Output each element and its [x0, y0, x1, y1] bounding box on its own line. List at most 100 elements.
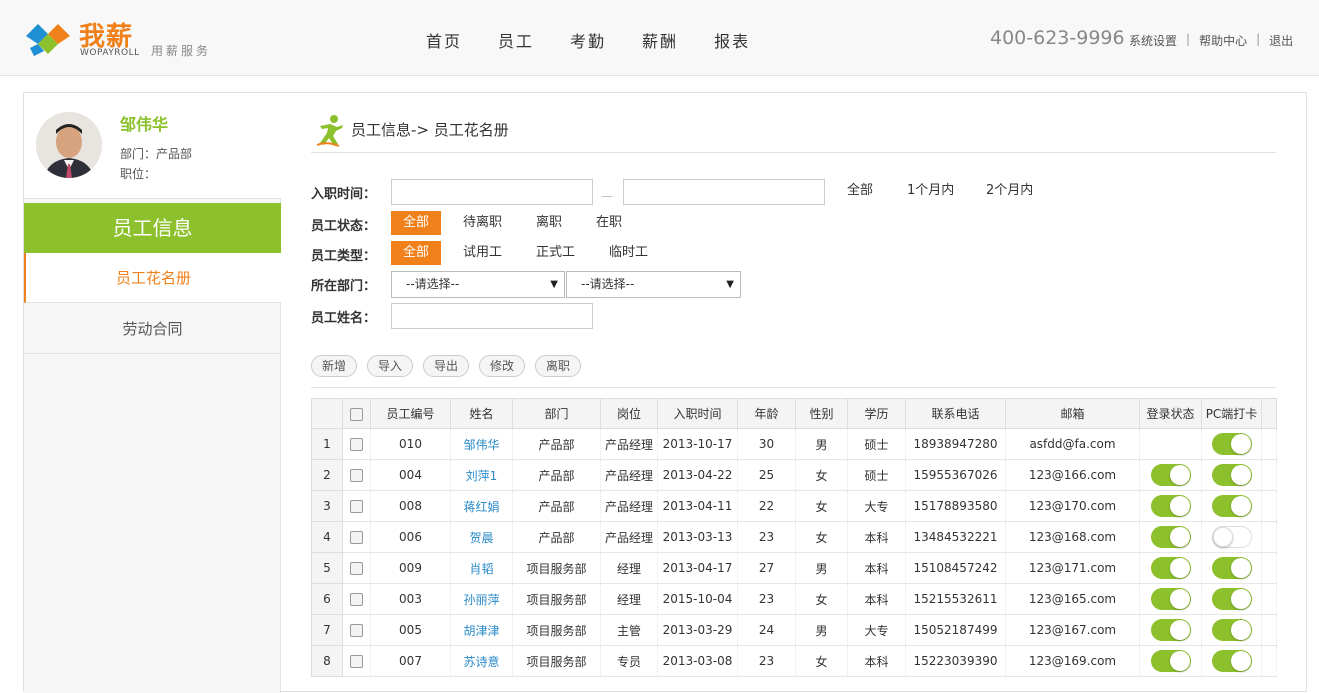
- education-cell: 本科: [847, 521, 906, 553]
- pc-clock-in-toggle[interactable]: [1211, 588, 1252, 610]
- login-status-toggle[interactable]: [1150, 619, 1191, 641]
- toggle-knob: [1230, 620, 1251, 640]
- row-checkbox[interactable]: [350, 500, 363, 513]
- resign-button[interactable]: 离职: [535, 355, 582, 377]
- table-row[interactable]: 3 008 蒋红娟 产品部 产品经理 2013-04-11 22 女大专 15178893580…: [311, 490, 1277, 522]
- hire-option-all[interactable]: 全部: [847, 179, 873, 203]
- row-checkbox[interactable]: [350, 593, 363, 606]
- column-header[interactable]: 岗位: [600, 398, 658, 429]
- login-status-toggle[interactable]: [1150, 526, 1191, 548]
- employee-name-link[interactable]: 邹伟华: [450, 428, 513, 460]
- avatar[interactable]: [36, 112, 102, 178]
- logout-link[interactable]: 退出: [1269, 32, 1293, 49]
- column-header[interactable]: 性别: [795, 398, 848, 429]
- export-button[interactable]: 导出: [423, 355, 470, 377]
- table-row[interactable]: 2 004 刘萍1 产品部 产品经理 2013-04-22 25 女硕士 15955367026…: [311, 459, 1277, 491]
- row-number: 5: [311, 552, 343, 584]
- employee-name-link[interactable]: 苏诗意: [450, 645, 513, 677]
- column-header[interactable]: 登录状态: [1139, 398, 1202, 429]
- sidebar-item-contract[interactable]: 劳动合同: [24, 304, 281, 354]
- table-row[interactable]: 6 003 孙丽萍 项目服务部 经理 2015-10-04 23 女本科 15215532611…: [311, 583, 1277, 615]
- column-header[interactable]: 年龄: [737, 398, 796, 429]
- pc-clock-in-toggle[interactable]: [1211, 433, 1252, 455]
- pc-clock-in-toggle[interactable]: [1211, 619, 1252, 641]
- status-option-left[interactable]: 离职: [536, 211, 562, 235]
- toggle-knob: [1230, 434, 1251, 454]
- employee-id-cell: 005: [370, 614, 451, 646]
- row-checkbox[interactable]: [350, 438, 363, 451]
- employee-name-link[interactable]: 蒋红娟: [450, 490, 513, 522]
- column-header[interactable]: 入职时间: [657, 398, 738, 429]
- hire-option-1month[interactable]: 1个月内: [907, 179, 954, 203]
- pc-clock-in-toggle[interactable]: [1211, 557, 1252, 579]
- row-select-cell: [342, 645, 371, 677]
- pc-clock-in-toggle[interactable]: [1211, 495, 1252, 517]
- employee-name-input[interactable]: [391, 303, 593, 329]
- status-option-all[interactable]: 全部: [391, 211, 441, 235]
- table-row[interactable]: 5 009 肖韬 项目服务部 经理 2013-04-17 27 男本科 15108457242 1…: [311, 552, 1277, 584]
- status-option-pending[interactable]: 待离职: [463, 211, 502, 235]
- nav-attendance[interactable]: 考勤: [570, 28, 606, 52]
- type-option-probation[interactable]: 试用工: [463, 241, 502, 265]
- pc-clock-in-toggle[interactable]: [1211, 650, 1252, 672]
- column-header[interactable]: 联系电话: [905, 398, 1006, 429]
- employee-id-cell: 009: [370, 552, 451, 584]
- employee-name-link[interactable]: 贺晨: [450, 521, 513, 553]
- add-button[interactable]: 新增: [311, 355, 358, 377]
- type-option-all[interactable]: 全部: [391, 241, 441, 265]
- nav-salary[interactable]: 薪酬: [642, 28, 678, 52]
- row-checkbox[interactable]: [350, 655, 363, 668]
- row-checkbox[interactable]: [350, 469, 363, 482]
- select-all-checkbox[interactable]: [350, 407, 363, 421]
- login-status-toggle[interactable]: [1150, 650, 1191, 672]
- login-status-toggle[interactable]: [1150, 588, 1191, 610]
- status-option-active[interactable]: 在职: [596, 211, 622, 235]
- login-status-toggle[interactable]: [1150, 495, 1191, 517]
- sidebar-item-roster[interactable]: 员工花名册: [24, 253, 281, 303]
- hire-date-start-input[interactable]: [391, 179, 593, 205]
- nav-home[interactable]: 首页: [426, 28, 462, 52]
- toggle-knob: [1230, 496, 1251, 516]
- employee-name-link[interactable]: 胡津津: [450, 614, 513, 646]
- table-row[interactable]: 7 005 胡津津 项目服务部 主管 2013-03-29 24 男大专 15052187499…: [311, 614, 1277, 646]
- login-status-toggle[interactable]: [1150, 557, 1191, 579]
- dept-select-secondary[interactable]: --请选择-- ▼: [566, 271, 741, 298]
- employee-name-link[interactable]: 刘萍1: [450, 459, 513, 491]
- row-select-cell: [342, 583, 371, 615]
- table-row[interactable]: 1 010 邹伟华 产品部 产品经理 2013-10-17 30 男硕士 18938947280…: [311, 428, 1277, 460]
- nav-employee[interactable]: 员工: [498, 28, 534, 52]
- row-checkbox[interactable]: [350, 562, 363, 575]
- column-header[interactable]: 姓名: [450, 398, 513, 429]
- hire-date-end-input[interactable]: [623, 179, 825, 205]
- type-option-regular[interactable]: 正式工: [536, 241, 575, 265]
- row-checkbox[interactable]: [350, 624, 363, 637]
- pc-clock-in-toggle[interactable]: [1211, 526, 1252, 548]
- employee-name-link[interactable]: 孙丽萍: [450, 583, 513, 615]
- column-header[interactable]: PC端打卡: [1201, 398, 1262, 429]
- row-checkbox[interactable]: [350, 531, 363, 544]
- system-settings-link[interactable]: 系统设置: [1129, 32, 1177, 49]
- table-header-row: 员工编号 姓名 部门 岗位 入职时间 年龄 性别 学历 联系电话 邮箱 登录状态…: [311, 398, 1277, 429]
- table-row[interactable]: 4 006 贺晨 产品部 产品经理 2013-03-13 23 女本科 13484532221 1…: [311, 521, 1277, 553]
- main-nav: 首页 员工 考勤 薪酬 报表: [408, 28, 768, 52]
- help-center-link[interactable]: 帮助中心: [1199, 32, 1247, 49]
- employee-name-link[interactable]: 肖韬: [450, 552, 513, 584]
- post-cell: 产品经理: [600, 428, 658, 460]
- type-option-temporary[interactable]: 临时工: [609, 241, 648, 265]
- import-button[interactable]: 导入: [367, 355, 414, 377]
- dept-select-primary[interactable]: --请选择-- ▼: [391, 271, 565, 298]
- hire-option-2months[interactable]: 2个月内: [986, 179, 1033, 203]
- column-header[interactable]: 学历: [847, 398, 906, 429]
- pc-clock-in-cell: [1201, 459, 1262, 491]
- edit-button[interactable]: 修改: [479, 355, 526, 377]
- main-frame: 邹伟华 部门：产品部 职位： 员工信息 员工花名册 劳动合同 员工信息-> 员工…: [23, 92, 1307, 693]
- column-header[interactable]: 邮箱: [1005, 398, 1140, 429]
- column-header[interactable]: 部门: [512, 398, 601, 429]
- column-header[interactable]: 员工编号: [370, 398, 451, 429]
- logo[interactable]: 我薪 WOPAYROLL 用薪服务: [24, 14, 224, 62]
- login-status-toggle[interactable]: [1150, 464, 1191, 486]
- row-number: 6: [311, 583, 343, 615]
- table-row[interactable]: 8 007 苏诗意 项目服务部 专员 2013-03-08 23 女本科 15223039390…: [311, 645, 1277, 677]
- nav-report[interactable]: 报表: [714, 28, 750, 52]
- pc-clock-in-toggle[interactable]: [1211, 464, 1252, 486]
